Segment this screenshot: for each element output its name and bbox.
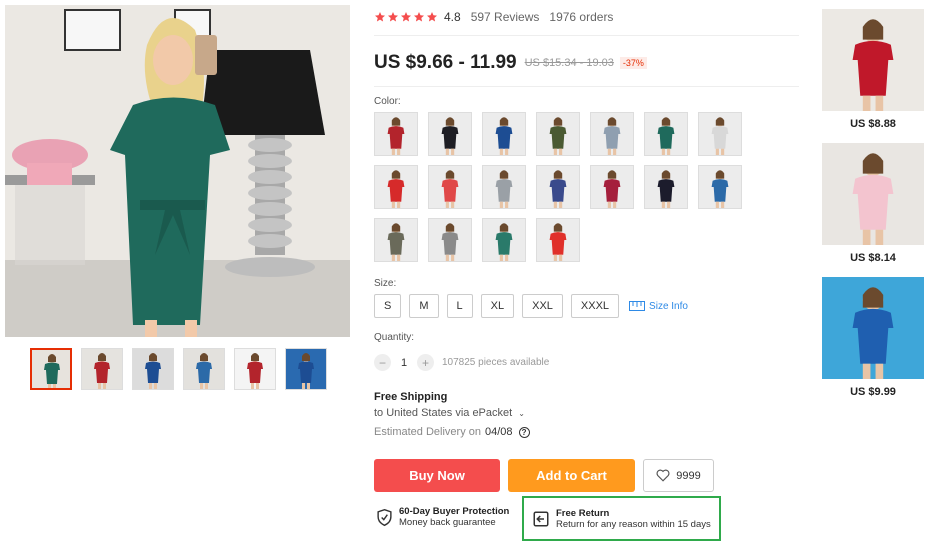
wishlist-button[interactable]: 9999	[643, 459, 714, 492]
size-option-xxxl[interactable]: XXXL	[570, 294, 620, 318]
return-icon	[533, 511, 549, 526]
size-option-s[interactable]: S	[374, 294, 402, 318]
return-title: Free Return	[556, 507, 610, 519]
increase-quantity-button[interactable]: +	[417, 354, 434, 371]
star-icon	[427, 12, 437, 22]
star-icon	[388, 12, 398, 22]
color-swatch-13[interactable]	[644, 165, 688, 209]
thumbnail-4[interactable]	[183, 348, 225, 390]
buy-now-button[interactable]: Buy Now	[374, 459, 500, 492]
discount-badge: -37%	[619, 57, 647, 69]
delivery-label: Estimated Delivery on	[374, 426, 481, 438]
recommended-product-price: US $8.88	[850, 118, 896, 130]
heart-icon	[656, 469, 670, 482]
stock-available: 107825 pieces available	[442, 357, 550, 368]
color-swatch-7[interactable]	[698, 112, 742, 156]
color-swatch-2[interactable]	[428, 112, 472, 156]
recommended-product-2[interactable]: US $8.14	[822, 143, 924, 264]
thumbnail-strip	[30, 348, 327, 390]
recommended-product-image[interactable]	[822, 277, 924, 379]
quantity-label: Quantity:	[374, 332, 415, 343]
color-swatch-6[interactable]	[644, 112, 688, 156]
thumbnail-5[interactable]	[234, 348, 276, 390]
protection-subtitle: Money back guarantee	[399, 517, 496, 528]
reviews-link[interactable]: 597 Reviews	[471, 10, 540, 24]
color-swatch-14[interactable]	[698, 165, 742, 209]
shipping-title: Free Shipping	[374, 391, 448, 403]
ruler-icon	[629, 301, 646, 311]
color-swatch-1[interactable]	[374, 112, 418, 156]
delivery-date: 04/08	[485, 426, 513, 438]
add-to-cart-button[interactable]: Add to Cart	[508, 459, 635, 492]
color-swatch-9[interactable]	[428, 165, 472, 209]
recommended-product-image[interactable]	[822, 9, 924, 111]
color-swatch-15[interactable]	[374, 218, 418, 262]
free-return-box[interactable]: Free Return Return for any reason within…	[522, 496, 721, 541]
recommended-product-3[interactable]: US $9.99	[822, 277, 924, 398]
current-price: US $9.66 - 11.99	[374, 52, 517, 73]
return-subtitle: Return for any reason within 15 days	[556, 518, 711, 530]
quantity-stepper: − 1 + 107825 pieces available	[374, 354, 549, 371]
recommended-product-price: US $9.99	[850, 386, 896, 398]
size-options: S M L XL XXL XXXL Size Info	[374, 294, 688, 318]
thumbnail-2[interactable]	[81, 348, 123, 390]
color-swatch-18[interactable]	[536, 218, 580, 262]
divider	[374, 35, 799, 36]
star-icon	[414, 12, 424, 22]
rating-row: 4.8 597 Reviews 1976 orders	[374, 10, 613, 24]
color-swatch-16[interactable]	[428, 218, 472, 262]
product-photo	[5, 5, 350, 337]
rating-score: 4.8	[444, 10, 461, 24]
help-icon[interactable]: ?	[518, 426, 530, 438]
star-icon	[401, 12, 411, 22]
color-label: Color:	[374, 96, 401, 107]
color-swatch-5[interactable]	[590, 112, 634, 156]
color-swatch-17[interactable]	[482, 218, 526, 262]
orders-count: 1976 orders	[549, 10, 614, 24]
price-row: US $9.66 - 11.99 US $15.34 - 19.03 -37%	[374, 52, 647, 74]
recommended-product-1[interactable]: US $8.88	[822, 9, 924, 130]
main-product-image[interactable]	[5, 5, 350, 337]
recommended-product-price: US $8.14	[850, 252, 896, 264]
size-info-label: Size Info	[649, 300, 688, 312]
size-label: Size:	[374, 278, 397, 289]
size-option-m[interactable]: M	[409, 294, 439, 318]
color-swatch-12[interactable]	[590, 165, 634, 209]
thumbnail-1[interactable]	[30, 348, 72, 390]
original-price: US $15.34 - 19.03	[524, 57, 614, 69]
thumbnail-3[interactable]	[132, 348, 174, 390]
shipping-destination: to United States via ePacket	[374, 407, 513, 419]
star-icon	[375, 12, 385, 22]
shipping-method-selector[interactable]: to United States via ePacket ⌄	[374, 407, 525, 419]
estimated-delivery: Estimated Delivery on 04/08 ?	[374, 426, 530, 438]
size-option-xl[interactable]: XL	[480, 294, 515, 318]
protection-title: 60-Day Buyer Protection	[399, 506, 510, 517]
quantity-input[interactable]: 1	[391, 357, 417, 369]
recommended-product-image[interactable]	[822, 143, 924, 245]
color-swatch-8[interactable]	[374, 165, 418, 209]
size-info-link[interactable]: Size Info	[629, 301, 688, 312]
star-rating[interactable]	[374, 11, 438, 23]
size-option-xxl[interactable]: XXL	[522, 294, 563, 318]
divider	[374, 86, 799, 87]
chevron-down-icon: ⌄	[518, 409, 525, 418]
color-swatch-11[interactable]	[536, 165, 580, 209]
size-option-l[interactable]: L	[446, 294, 473, 318]
color-swatch-10[interactable]	[482, 165, 526, 209]
color-swatch-4[interactable]	[536, 112, 580, 156]
buyer-protection[interactable]: 60-Day Buyer Protection Money back guara…	[376, 506, 509, 528]
color-swatch-3[interactable]	[482, 112, 526, 156]
decrease-quantity-button[interactable]: −	[374, 354, 391, 371]
wishlist-count: 9999	[676, 469, 701, 482]
thumbnail-6[interactable]	[285, 348, 327, 390]
shield-icon	[377, 508, 392, 526]
